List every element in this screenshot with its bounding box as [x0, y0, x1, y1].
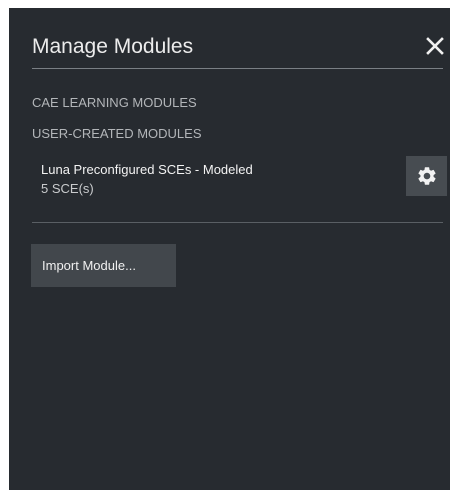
dialog-header: Manage Modules [9, 8, 450, 68]
module-list-divider [32, 222, 443, 223]
section-cae-learning-modules: CAE LEARNING MODULES [32, 95, 197, 110]
section-user-created-modules: USER-CREATED MODULES [32, 126, 202, 141]
header-divider [32, 68, 443, 69]
gear-icon [418, 167, 436, 185]
module-settings-button[interactable] [406, 156, 447, 196]
close-icon [426, 37, 444, 55]
module-sce-count: 5 SCE(s) [41, 181, 94, 196]
dialog-title: Manage Modules [32, 35, 194, 58]
close-button[interactable] [423, 34, 447, 58]
module-name: Luna Preconfigured SCEs - Modeled [41, 162, 253, 177]
module-row: Luna Preconfigured SCEs - Modeled 5 SCE(… [32, 156, 447, 206]
import-module-button[interactable]: Import Module... [31, 244, 176, 287]
manage-modules-dialog: Manage Modules CAE LEARNING MODULES USER… [9, 8, 450, 490]
